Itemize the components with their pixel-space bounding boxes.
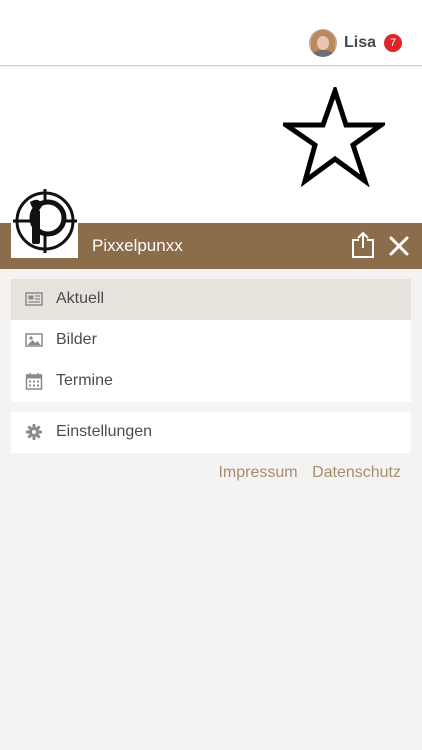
menu-item-bilder[interactable]: Bilder	[11, 320, 411, 361]
user-name[interactable]: Lisa	[344, 34, 376, 52]
calendar-icon	[25, 373, 43, 390]
main-menu: Aktuell Bilder Termine	[11, 279, 411, 402]
menu-item-einstellungen[interactable]: Einstellungen	[11, 412, 411, 453]
datenschutz-link[interactable]: Datenschutz	[312, 464, 401, 481]
favorite-star-icon[interactable]	[283, 87, 385, 187]
notification-badge[interactable]: 7	[384, 34, 402, 52]
share-icon[interactable]	[350, 231, 376, 259]
brand-name: Pixxelpunxx	[92, 236, 183, 255]
avatar[interactable]	[308, 29, 337, 57]
top-bar: Lisa 7	[0, 0, 422, 66]
menu-label-bilder: Bilder	[56, 331, 97, 348]
newspaper-icon	[25, 292, 43, 306]
logo-icon	[13, 189, 77, 253]
club-logo	[11, 189, 78, 258]
gear-icon	[26, 424, 42, 440]
menu-label-aktuell: Aktuell	[56, 290, 105, 307]
user-menu[interactable]: Lisa 7	[308, 29, 402, 57]
image-icon	[25, 333, 43, 347]
menu-label-einstellungen: Einstellungen	[56, 423, 153, 440]
menu-item-termine[interactable]: Termine	[11, 361, 411, 402]
menu-label-termine: Termine	[56, 372, 113, 389]
menu-item-aktuell[interactable]: Aktuell	[11, 279, 411, 320]
impressum-link[interactable]: Impressum	[218, 464, 297, 481]
footer-links: Impressum Datenschutz	[218, 464, 401, 482]
close-icon[interactable]	[388, 235, 410, 257]
